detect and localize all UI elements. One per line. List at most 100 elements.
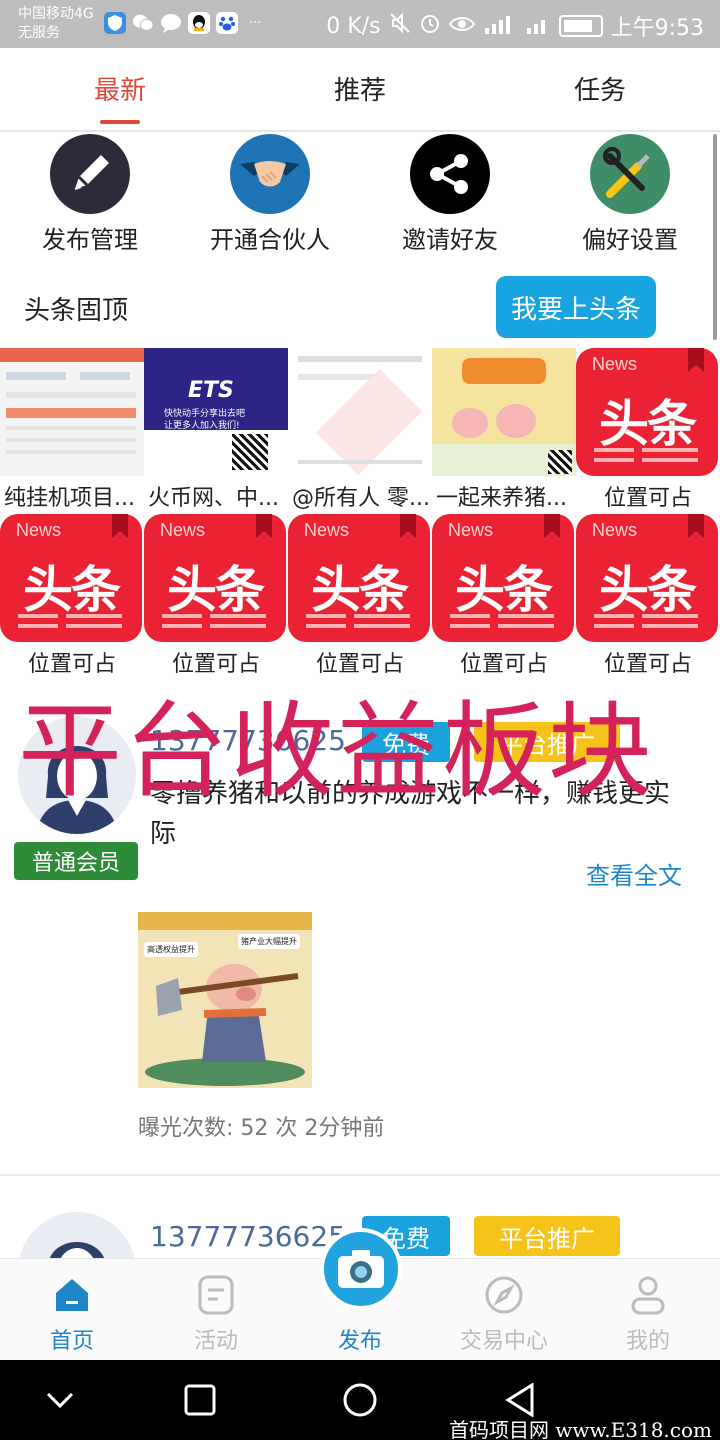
news-headline-image: News 头条 [576,348,718,476]
news-big-text: 头条 [167,561,265,619]
news-tag: News [304,520,350,540]
nav-label: 活动 [193,1329,238,1354]
headline-section-header: 头条固顶 我要上头条 [0,276,720,340]
quick-action-invite[interactable]: 邀请好友 [370,134,530,255]
headline-tile[interactable]: 纯挂机项目... [0,348,144,512]
news-big-text: 头条 [23,561,121,619]
share-icon [410,134,490,214]
tab-tasks[interactable]: 任务 [540,70,660,107]
headline-tile[interactable]: News 头条 位置可占 [0,514,144,678]
active-tab-indicator [100,120,140,124]
camera-icon [338,1250,384,1288]
quick-action-publish-manage[interactable]: 发布管理 [10,134,170,255]
profile-icon [626,1273,670,1317]
news-tag: News [16,520,62,540]
news-tag: News [592,354,638,374]
bookmark-icon [688,514,704,538]
news-headline-image: News 头条 [0,514,142,642]
headline-tile[interactable]: 一起来养猪... [432,348,576,512]
post-image[interactable]: 高透权益提升 猪产业大幅提升 [138,912,312,1088]
collapse-chevron-icon[interactable] [38,1378,82,1422]
notification-icons: ··· [104,12,266,34]
tile-caption: 一起来养猪... [436,486,567,511]
system-navigation-bar: 首码项目网 www.E318.com [0,1360,720,1440]
platform-promo-tag: 平台推广 [474,1216,620,1256]
nav-label: 发布 [337,1329,382,1354]
tile-caption: 火币网、中... [148,486,279,511]
news-headline-image: News 头条 [288,514,430,642]
scrollbar[interactable] [713,134,717,340]
bookmark-icon [544,514,560,538]
news-headline-image: News 头条 [432,514,574,642]
recent-apps-icon[interactable] [178,1378,222,1422]
tools-icon [590,134,670,214]
pig-illustration [145,964,305,1086]
tab-recommended[interactable]: 推荐 [300,70,420,107]
quick-action-label: 开通合伙人 [210,226,330,254]
post-meta: 曝光次数: 52 次 2分钟前 [138,1116,385,1141]
section-overlay-title: 平台收益板块 [18,690,655,812]
activity-icon [194,1273,238,1317]
wechat-icon [132,12,154,34]
news-tag: News [592,520,638,540]
quick-action-preferences[interactable]: 偏好设置 [550,134,710,255]
nav-activity[interactable]: 活动 [144,1259,288,1361]
tile-thumbnail [432,348,576,476]
member-badge: 普通会员 [14,842,138,880]
home-circle-icon[interactable] [338,1378,382,1422]
news-big-text: 头条 [599,561,697,619]
nav-home[interactable]: 首页 [0,1259,144,1361]
status-right: 0 K/s 上午9:53 [326,10,704,42]
qq-icon [188,12,210,34]
quick-action-partner[interactable]: 开通合伙人 [190,134,350,255]
more-notifications: ··· [248,15,262,31]
nav-label: 交易中心 [459,1329,548,1354]
shield-app-icon [104,12,126,34]
ets-logo: ETS [188,378,234,403]
headline-tile[interactable]: ETS 快快动手分享出去吧 让更多人加入我们! 火币网、中... [144,348,288,512]
quick-action-label: 发布管理 [42,226,138,254]
tile-thumbnail: ETS 快快动手分享出去吧 让更多人加入我们! [144,348,288,476]
baidu-icon [216,12,238,34]
message-icon [160,12,182,34]
news-tag: News [160,520,206,540]
news-headline-image: News 头条 [144,514,286,642]
headline-tile[interactable]: News 头条 位置可占 [144,514,288,678]
mute-icon [389,12,411,40]
alarm-icon [419,12,441,40]
headline-tile[interactable]: News 头条 位置可占 [576,514,720,678]
news-tag: News [448,520,494,540]
tile-thumbnail [288,348,432,476]
nav-label: 首页 [49,1329,94,1354]
tile-caption: 位置可占 [603,486,692,511]
signal2-icon [525,12,551,40]
headline-tile[interactable]: News 头条 位置可占 [576,348,720,512]
submit-headline-button[interactable]: 我要上头条 [496,276,656,338]
quick-action-label: 邀请好友 [402,226,498,254]
tab-latest[interactable]: 最新 [60,70,180,107]
bookmark-icon [400,514,416,538]
nav-label: 我的 [625,1329,670,1354]
nav-trade-center[interactable]: 交易中心 [432,1259,576,1361]
publish-camera-button[interactable] [320,1228,402,1310]
home-icon [50,1273,94,1317]
site-watermark: 首码项目网 www.E318.com [448,1418,712,1440]
headline-tile[interactable]: @所有人 零... [288,348,432,512]
pen-icon [50,134,130,214]
bookmark-icon [112,514,128,538]
handshake-icon [230,134,310,214]
news-big-text: 头条 [599,395,697,453]
carrier-name: 中国移动4G [18,6,94,22]
network-speed: 0 K/s [326,13,381,39]
headline-tile[interactable]: News 头条 位置可占 [288,514,432,678]
top-tabs: 最新 推荐 任务 [0,48,720,132]
post-author-phone[interactable]: 13777736625 [150,1220,346,1253]
battery-icon [558,15,603,37]
headline-tile[interactable]: News 头条 位置可占 [432,514,576,678]
read-more-link[interactable]: 查看全文 [586,856,682,891]
eye-icon [448,14,475,39]
tile-caption: @所有人 零... [292,486,430,511]
bookmark-icon [256,514,272,538]
news-headline-image: News 头条 [576,514,718,642]
nav-mine[interactable]: 我的 [576,1259,720,1361]
